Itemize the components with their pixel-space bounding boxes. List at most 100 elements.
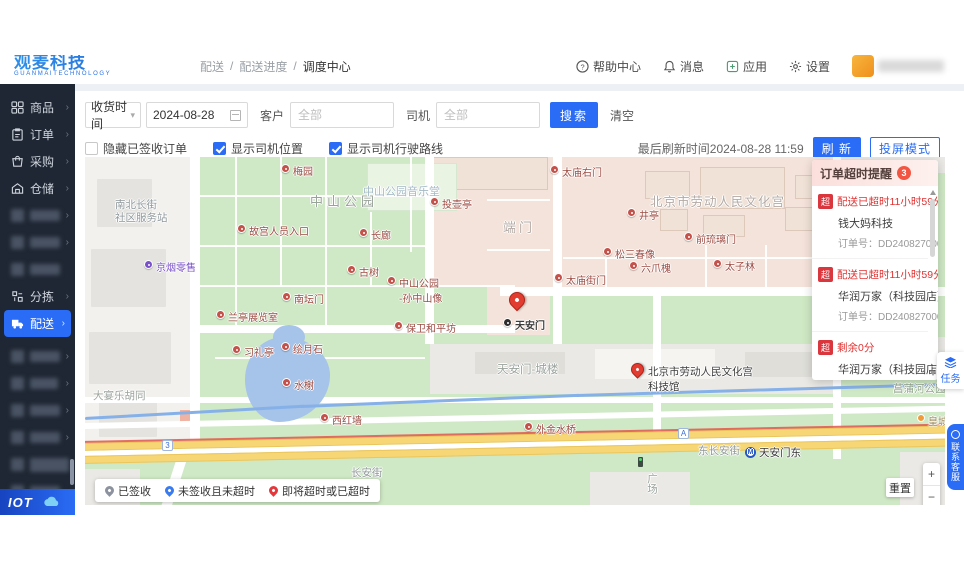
sidebar-item-delivery-active[interactable]: 配送 › xyxy=(4,310,71,337)
settings-button[interactable]: 设置 xyxy=(789,58,830,75)
driver-input[interactable] xyxy=(444,108,533,122)
map-area-label: 天安门-城楼 xyxy=(497,364,559,376)
alert-item[interactable]: 超 配送已超时11小时59分 钱大妈科技 订单号：DD24082700005 xyxy=(812,186,938,259)
chevron-right-icon: › xyxy=(65,156,69,167)
customer-input[interactable] xyxy=(298,108,387,122)
chevron-right-icon: › xyxy=(65,129,69,140)
chevron-right-icon: › xyxy=(65,210,69,221)
task-label: 任务 xyxy=(940,373,961,385)
map-poi: 绘月石 xyxy=(281,341,323,356)
messages-button[interactable]: 消息 xyxy=(663,58,704,75)
alert-item-row: 超 配送已超时11小时59分 xyxy=(818,267,938,282)
map-area-label: 东长安街 xyxy=(698,445,740,457)
scenic-icon xyxy=(503,318,512,327)
search-button[interactable]: 搜索 xyxy=(550,102,599,128)
map-reset-button[interactable]: 重置 xyxy=(886,478,914,497)
alert-item[interactable]: 超 剩余0分 华润万家（科技园店）2 xyxy=(812,332,938,380)
sidebar-item-warehouse[interactable]: 仓储 › xyxy=(0,175,75,202)
sidebar-item-sorting[interactable]: 分拣 › xyxy=(0,283,75,310)
help-center-button[interactable]: ? 帮助中心 xyxy=(576,58,641,75)
zoom-out-button[interactable]: − xyxy=(923,486,940,505)
metro-label: 天安门东 xyxy=(759,447,801,459)
alert-count-badge: 3 xyxy=(897,166,912,180)
layers-icon xyxy=(944,356,957,368)
chevron-right-icon: › xyxy=(65,432,69,443)
customer-label: 客户 xyxy=(260,108,285,123)
map-area-label: 南北长街 社区服务站 xyxy=(115,199,168,225)
date-input[interactable] xyxy=(153,108,223,122)
driver-label: 司机 xyxy=(406,108,431,123)
map-poi: 习礼亭 xyxy=(232,344,274,359)
sidebar-item-goods[interactable]: 商品 › xyxy=(0,94,75,121)
alert-item[interactable]: 超 配送已超时11小时59分 华润万家（科技园店）2 订单号：DD2408270… xyxy=(812,259,938,332)
redacted-icon xyxy=(11,236,24,249)
sidebar-label: 订单 xyxy=(30,128,55,142)
poi-label: 六爪槐 xyxy=(641,264,671,275)
poi-label: 绘月石 xyxy=(293,345,323,356)
road-sign: 3 xyxy=(162,440,173,451)
top-header: 观麦科技 GUANMAITECHNOLOGY 配送 / 配送进度 / 调度中心 ? … xyxy=(0,48,964,84)
metro-station: M 天安门东 xyxy=(745,445,801,460)
map-poi: 南坛门 xyxy=(282,291,324,306)
map-path xyxy=(200,245,425,247)
poi-label: 投壶亭 xyxy=(442,200,472,211)
poi-icon xyxy=(347,265,356,274)
brand-title: 观麦科技 xyxy=(14,54,200,71)
breadcrumb-progress[interactable]: 配送进度 xyxy=(239,58,287,75)
map-building xyxy=(660,209,688,231)
panel-scrollbar[interactable] xyxy=(928,186,937,380)
sidebar-item-redacted[interactable]: › xyxy=(0,397,75,424)
poi-icon xyxy=(629,261,638,270)
sidebar-item-redacted[interactable] xyxy=(0,451,75,478)
sidebar-item-purchase[interactable]: 采购 › xyxy=(0,148,75,175)
poi-icon xyxy=(281,164,290,173)
map-building xyxy=(590,472,690,505)
legend-label: 即将超时或已超时 xyxy=(282,485,370,498)
scrollbar-thumb[interactable] xyxy=(930,199,935,257)
map-path xyxy=(410,157,412,252)
sidebar-item-redacted[interactable]: › xyxy=(0,343,75,370)
sidebar-item-orders[interactable]: 订单 › xyxy=(0,121,75,148)
zoom-in-button[interactable]: + xyxy=(923,463,940,485)
alert-customer-name: 华润万家（科技园店）2 xyxy=(838,291,938,303)
poi-icon xyxy=(387,276,396,285)
apps-button[interactable]: 应用 xyxy=(726,58,767,75)
map-canvas[interactable]: 中山公园 中山公园音乐堂 南北长街 社区服务站 端门 北京市劳动人民文化宫 大宴… xyxy=(85,157,945,505)
header-divider xyxy=(75,84,964,91)
task-button[interactable]: 任务 xyxy=(937,352,964,389)
breadcrumb-delivery[interactable]: 配送 xyxy=(200,58,224,75)
sidebar-item-redacted[interactable]: › xyxy=(0,202,75,229)
poi-label: 中山公园 -孙中山像 xyxy=(399,275,442,305)
scroll-down-icon[interactable] xyxy=(930,371,936,376)
question-circle-icon: ? xyxy=(576,59,589,73)
user-account[interactable] xyxy=(852,55,944,77)
brand-logo[interactable]: 观麦科技 GUANMAITECHNOLOGY xyxy=(0,54,200,77)
map-poi: 六爪槐 xyxy=(629,260,671,275)
svg-text:?: ? xyxy=(580,62,584,71)
overdue-status: 配送已超时11小时59分 xyxy=(837,196,938,208)
time-type-select[interactable]: 收货时间 ▾ xyxy=(85,100,141,131)
refresh-button[interactable]: 刷 新 xyxy=(812,137,861,159)
map-area-label: 端门 xyxy=(503,220,536,235)
date-picker[interactable] xyxy=(146,102,248,128)
show-driver-location-checkbox[interactable] xyxy=(213,141,227,155)
sidebar-scrollbar-thumb[interactable] xyxy=(70,459,74,485)
sidebar-iot-banner[interactable]: IOT xyxy=(0,489,75,515)
sidebar-item-redacted[interactable]: › xyxy=(0,229,75,256)
hide-signed-checkbox[interactable] xyxy=(85,141,98,155)
clear-button[interactable]: 清空 xyxy=(610,107,634,124)
sidebar-item-redacted[interactable] xyxy=(0,256,75,283)
gear-icon xyxy=(789,60,802,72)
cast-mode-button[interactable]: 投屏模式 xyxy=(869,137,940,159)
scroll-up-icon[interactable] xyxy=(930,190,936,195)
map-path xyxy=(487,249,550,251)
contact-service-button[interactable]: 联系客服 xyxy=(947,424,964,490)
alert-panel-header: 订单超时提醒 3 xyxy=(812,160,938,186)
sidebar-item-redacted[interactable]: › xyxy=(0,424,75,451)
app-window: 观麦科技 GUANMAITECHNOLOGY 配送 / 配送进度 / 调度中心 ? … xyxy=(0,48,964,515)
show-driver-route-checkbox[interactable] xyxy=(329,141,343,155)
map-road xyxy=(200,325,515,333)
sidebar-item-redacted[interactable]: › xyxy=(0,370,75,397)
map-poi: 太庙街门 xyxy=(554,272,606,287)
poi-label: 太庙右门 xyxy=(562,168,602,179)
